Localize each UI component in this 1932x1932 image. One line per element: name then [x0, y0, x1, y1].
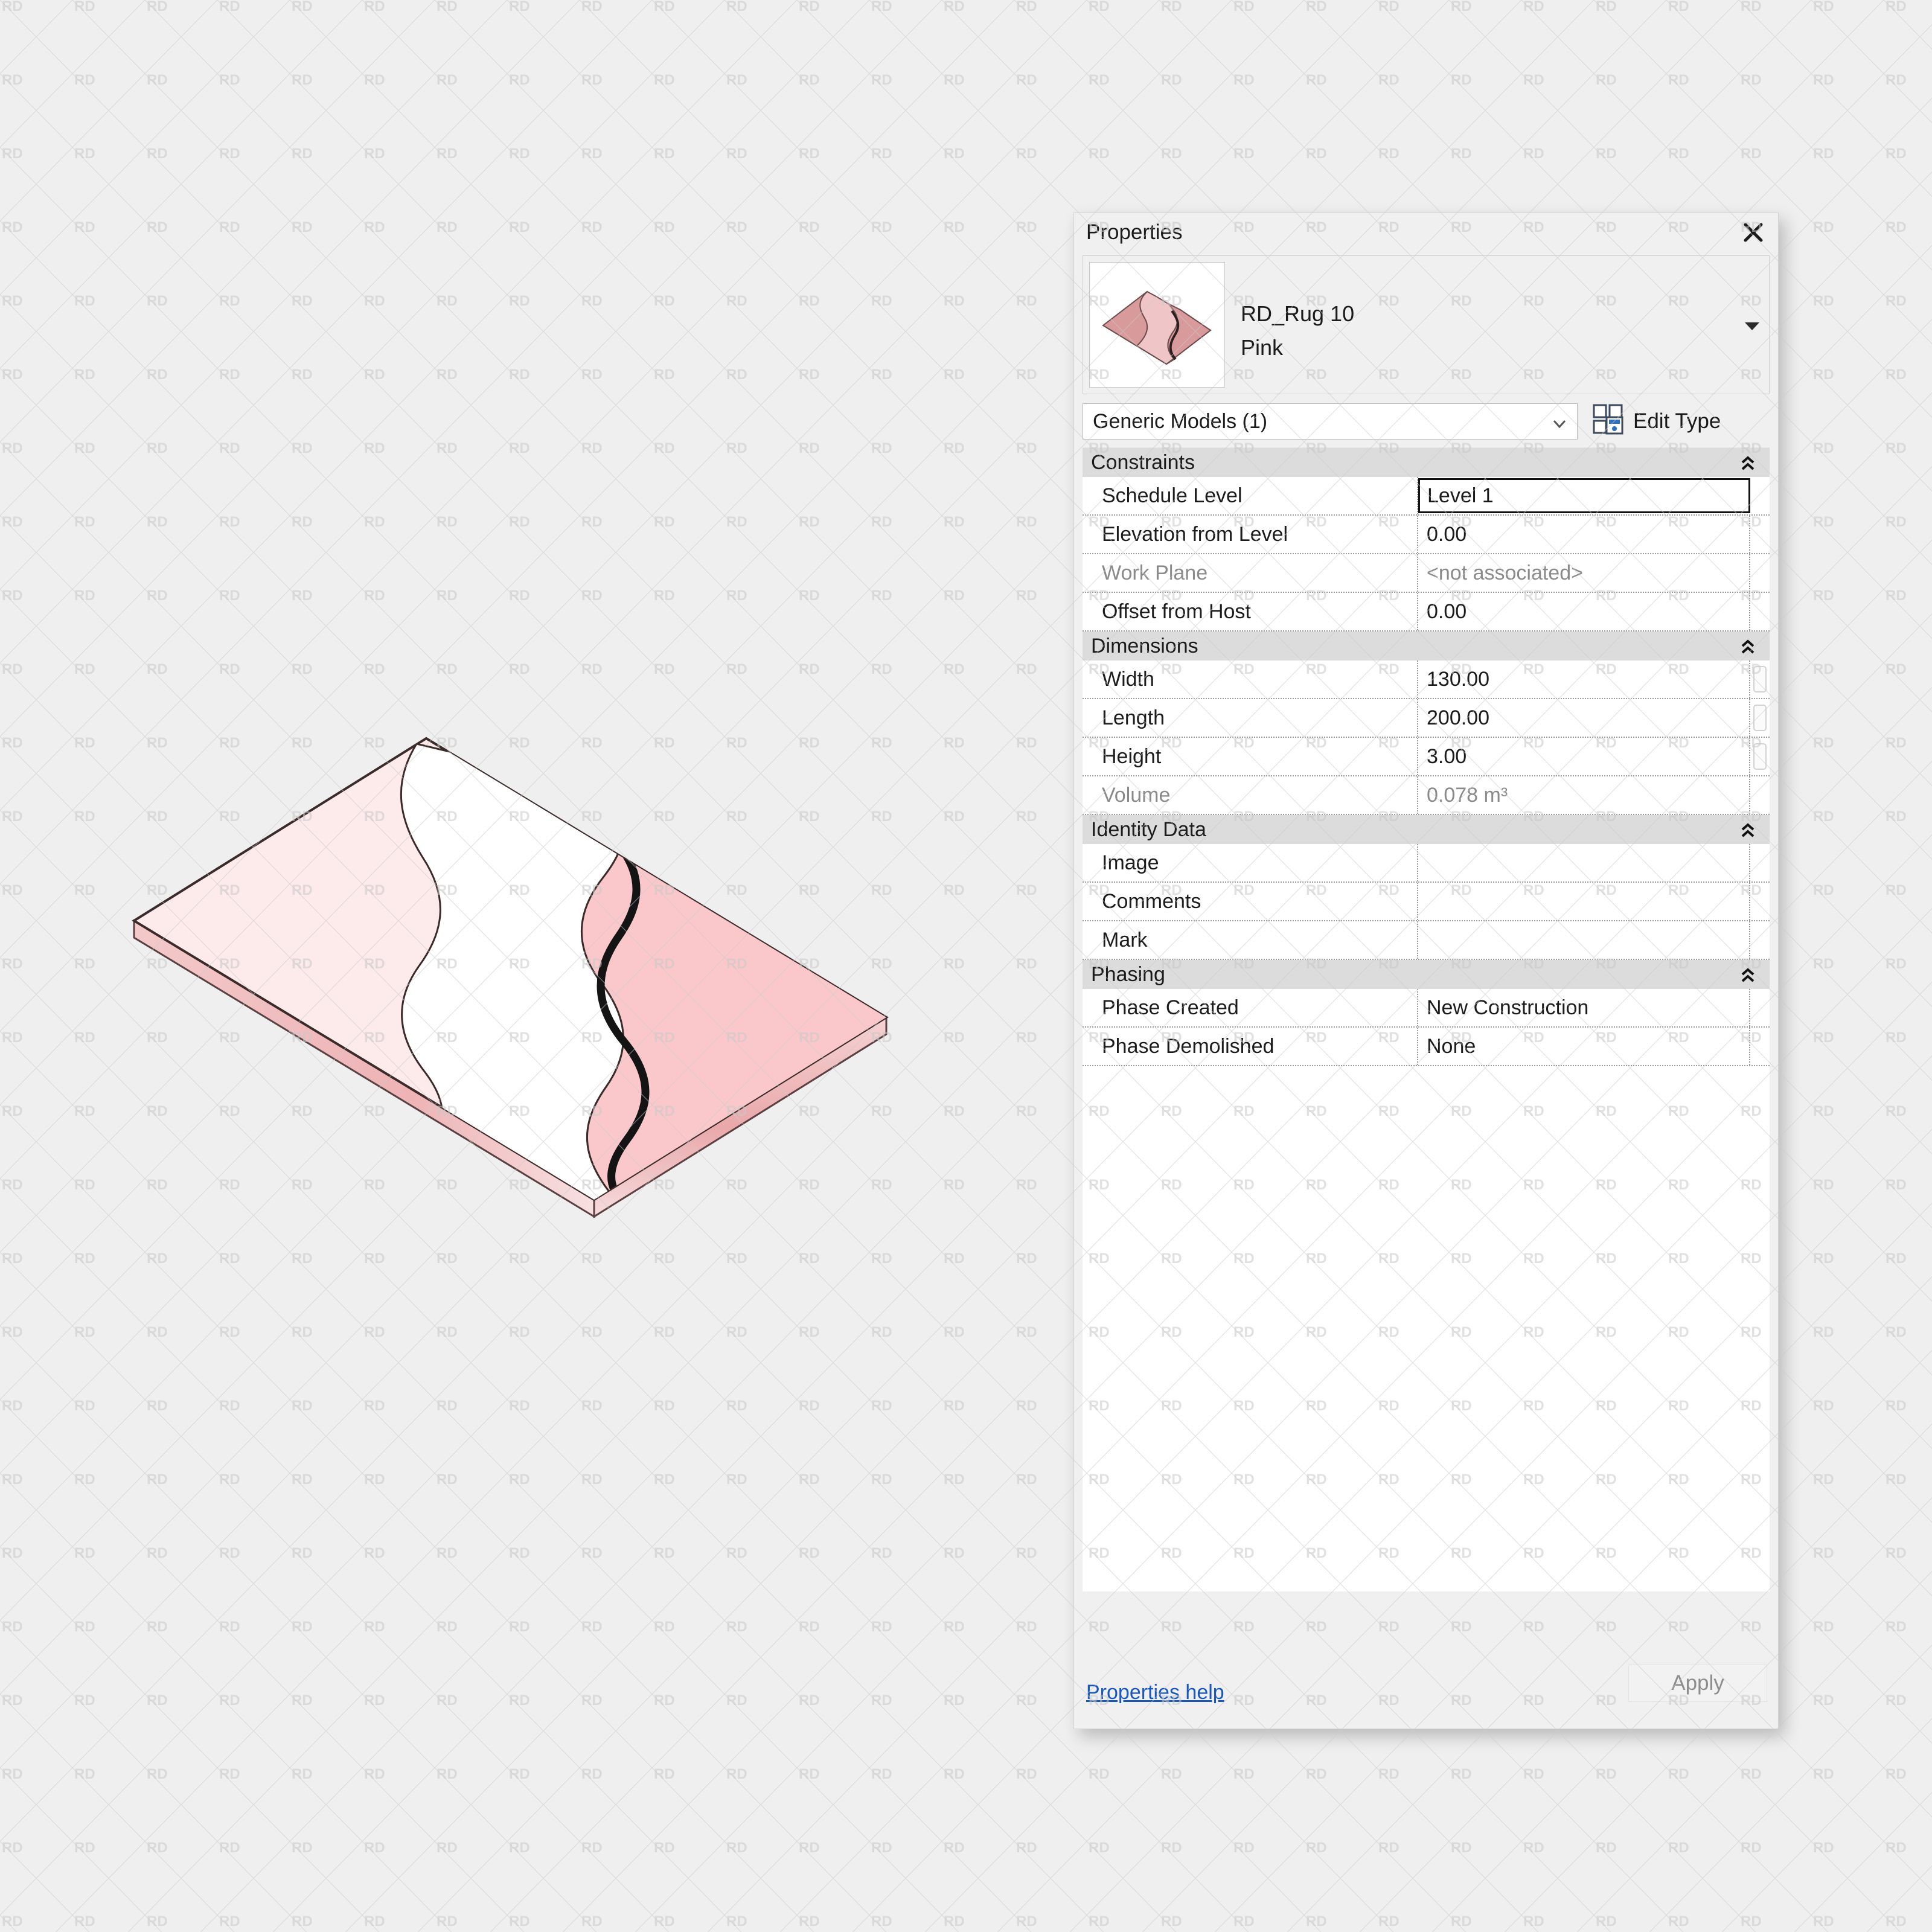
group-header-label: Phasing [1091, 963, 1165, 987]
parameter-label: Schedule Level [1083, 477, 1418, 514]
edit-type-icon [1592, 403, 1625, 440]
parameter-extra-cell [1750, 554, 1770, 592]
group-header-label: Dimensions [1091, 635, 1198, 658]
parameter-label: Width [1083, 661, 1418, 698]
panel-footer: Properties help Apply [1074, 1656, 1778, 1729]
parameter-extra-cell [1750, 844, 1770, 881]
parameter-label: Height [1083, 738, 1418, 775]
table-row[interactable]: Length200.00 [1083, 699, 1770, 738]
parameter-extra-cell [1750, 738, 1770, 775]
parameter-extra-cell [1750, 699, 1770, 737]
table-row[interactable]: Schedule LevelLevel 1 [1083, 477, 1770, 516]
parameter-label: Volume [1083, 776, 1418, 814]
table-empty-area [1083, 1066, 1770, 1591]
parameter-value[interactable]: None [1418, 1028, 1750, 1065]
parameter-value[interactable]: 130.00 [1418, 661, 1750, 698]
table-row[interactable]: Width130.00 [1083, 661, 1770, 699]
edit-type-label: Edit Type [1633, 409, 1721, 433]
table-row[interactable]: Work Plane<not associated> [1083, 554, 1770, 593]
parameter-extra-cell [1750, 593, 1770, 630]
parameter-value[interactable] [1418, 921, 1750, 959]
parameter-label: Comments [1083, 883, 1418, 920]
type-selector-row[interactable]: Generic Models (1) [1083, 403, 1770, 440]
parameter-value[interactable]: 200.00 [1418, 699, 1750, 737]
parameter-value[interactable]: 3.00 [1418, 738, 1750, 775]
parameter-value: <not associated> [1418, 554, 1750, 592]
group-header-constraints[interactable]: Constraints [1083, 448, 1770, 477]
double-chevron-up-icon[interactable] [1739, 821, 1756, 838]
chevron-down-icon[interactable] [1552, 414, 1567, 429]
table-row[interactable]: Phase CreatedNew Construction [1083, 989, 1770, 1028]
parameter-label: Offset from Host [1083, 593, 1418, 630]
parameter-extra-cell [1750, 883, 1770, 920]
parameter-label: Work Plane [1083, 554, 1418, 592]
table-row[interactable]: Comments [1083, 883, 1770, 921]
parameter-extra-cell [1750, 516, 1770, 553]
associate-parameter-button[interactable] [1753, 705, 1767, 731]
group-header-dimensions[interactable]: Dimensions [1083, 632, 1770, 661]
close-icon[interactable] [1735, 214, 1772, 251]
associate-parameter-button[interactable] [1753, 743, 1767, 770]
type-selector-value: Generic Models (1) [1093, 410, 1267, 433]
apply-button[interactable]: Apply [1628, 1665, 1767, 1702]
table-row[interactable]: Volume0.078 m³ [1083, 776, 1770, 815]
parameter-value[interactable]: New Construction [1418, 989, 1750, 1026]
parameter-value[interactable] [1418, 844, 1750, 881]
page-title: Properties [1086, 219, 1778, 246]
parameter-value[interactable]: 0.00 [1418, 516, 1750, 553]
type-labels: RD_Rug 10 Pink [1241, 297, 1354, 365]
parameter-label: Length [1083, 699, 1418, 737]
parameter-label: Image [1083, 844, 1418, 881]
type-preview[interactable]: RD_Rug 10 Pink [1083, 255, 1770, 394]
parameter-extra-cell [1750, 477, 1770, 514]
parameter-extra-cell [1750, 1028, 1770, 1065]
parameter-value[interactable] [1418, 883, 1750, 920]
parameter-table[interactable]: ConstraintsSchedule LevelLevel 1Elevatio… [1083, 447, 1770, 1066]
panel-titlebar[interactable]: Properties [1074, 213, 1778, 252]
parameter-value[interactable]: 0.00 [1418, 593, 1750, 630]
edit-type-button[interactable]: Edit Type [1592, 403, 1721, 440]
table-row[interactable]: Phase DemolishedNone [1083, 1028, 1770, 1066]
parameter-label: Phase Created [1083, 989, 1418, 1026]
parameter-label: Phase Demolished [1083, 1028, 1418, 1065]
parameter-label: Mark [1083, 921, 1418, 959]
chevron-down-icon[interactable] [1740, 314, 1764, 338]
group-header-identity-data[interactable]: Identity Data [1083, 815, 1770, 844]
table-row[interactable]: Elevation from Level0.00 [1083, 516, 1770, 554]
parameter-extra-cell [1750, 921, 1770, 959]
associate-parameter-button[interactable] [1753, 666, 1767, 693]
table-row[interactable]: Image [1083, 844, 1770, 883]
parameter-label: Elevation from Level [1083, 516, 1418, 553]
group-header-label: Constraints [1091, 451, 1195, 475]
parameter-value: 0.078 m³ [1418, 776, 1750, 814]
parameter-extra-cell [1750, 989, 1770, 1026]
table-row[interactable]: Mark [1083, 921, 1770, 960]
double-chevron-up-icon[interactable] [1739, 454, 1756, 471]
table-row[interactable]: Offset from Host0.00 [1083, 593, 1770, 632]
parameter-value[interactable]: Level 1 [1418, 478, 1750, 513]
type-thumbnail [1089, 262, 1225, 388]
type-selector-combo[interactable]: Generic Models (1) [1083, 403, 1578, 440]
group-header-label: Identity Data [1091, 818, 1206, 842]
parameter-extra-cell [1750, 661, 1770, 698]
table-row[interactable]: Height3.00 [1083, 738, 1770, 776]
type-family-label: RD_Rug 10 [1241, 297, 1354, 331]
type-name-label: Pink [1241, 331, 1354, 365]
properties-palette[interactable]: Properties RD_Rug 10 Pink [1073, 213, 1779, 1729]
double-chevron-up-icon[interactable] [1739, 638, 1756, 654]
parameter-extra-cell [1750, 776, 1770, 814]
double-chevron-up-icon[interactable] [1739, 966, 1756, 983]
group-header-phasing[interactable]: Phasing [1083, 960, 1770, 989]
properties-help-link[interactable]: Properties help [1086, 1681, 1224, 1704]
